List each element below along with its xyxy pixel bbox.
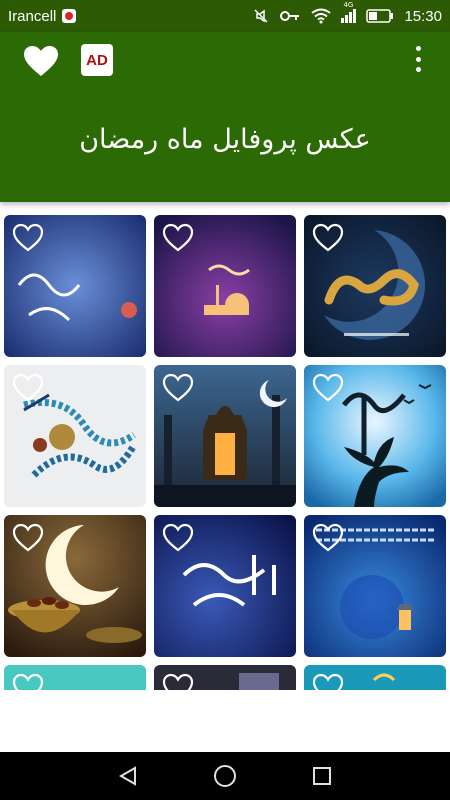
heart-outline-icon[interactable]	[162, 673, 194, 690]
home-button[interactable]	[205, 756, 245, 796]
menu-dot	[415, 67, 421, 72]
image-tile[interactable]	[304, 215, 446, 357]
page-title: عکس پروفایل ماه رمضان	[79, 124, 371, 155]
heart-outline-icon[interactable]	[12, 523, 44, 553]
home-circle-icon	[213, 765, 236, 787]
status-bar: Irancell 4G 15:30	[0, 0, 450, 32]
image-tile[interactable]	[304, 665, 446, 690]
heart-outline-icon[interactable]	[12, 673, 44, 690]
image-tile[interactable]	[304, 365, 446, 507]
back-button[interactable]	[108, 756, 148, 796]
status-icons: 4G 15:30	[253, 1, 442, 25]
image-tile[interactable]	[154, 215, 296, 357]
image-tile[interactable]	[4, 215, 146, 357]
ad-button[interactable]: AD	[81, 44, 113, 76]
heart-outline-icon[interactable]	[12, 223, 44, 253]
heart-outline-icon[interactable]	[312, 673, 344, 690]
record-icon	[62, 9, 77, 23]
image-tile[interactable]	[4, 365, 146, 507]
menu-dot	[415, 56, 421, 62]
app-header: AD عکس پروفایل ماه رمضان	[0, 32, 450, 202]
recents-square-icon	[312, 767, 331, 785]
back-triangle-icon	[119, 766, 137, 786]
mute-icon	[254, 9, 268, 23]
favorites-button[interactable]	[22, 44, 60, 78]
system-nav-bar	[0, 752, 450, 800]
image-tile[interactable]	[4, 515, 146, 657]
image-tile[interactable]	[154, 365, 296, 507]
image-tile[interactable]	[4, 665, 146, 690]
heart-outline-icon[interactable]	[162, 523, 194, 553]
heart-outline-icon[interactable]	[312, 523, 344, 553]
battery-icon	[366, 9, 394, 23]
heart-outline-icon[interactable]	[162, 223, 194, 253]
carrier-name: Irancell	[8, 7, 57, 25]
heart-outline-icon[interactable]	[12, 373, 44, 403]
heart-outline-icon[interactable]	[312, 373, 344, 403]
heart-icon	[24, 46, 58, 76]
signal-icon: 4G	[341, 1, 357, 23]
image-grid	[4, 215, 446, 690]
image-tile[interactable]	[154, 665, 296, 690]
recents-button[interactable]	[302, 756, 342, 796]
image-tile[interactable]	[304, 515, 446, 657]
heart-outline-icon[interactable]	[312, 223, 344, 253]
network-type: 4G	[343, 1, 354, 9]
heart-outline-icon[interactable]	[162, 373, 194, 403]
clock: 15:30	[404, 7, 442, 25]
wifi-icon	[311, 8, 332, 24]
key-icon	[280, 11, 300, 21]
image-tile[interactable]	[154, 515, 296, 657]
menu-dot	[415, 46, 421, 51]
overflow-menu-button[interactable]	[414, 46, 422, 72]
